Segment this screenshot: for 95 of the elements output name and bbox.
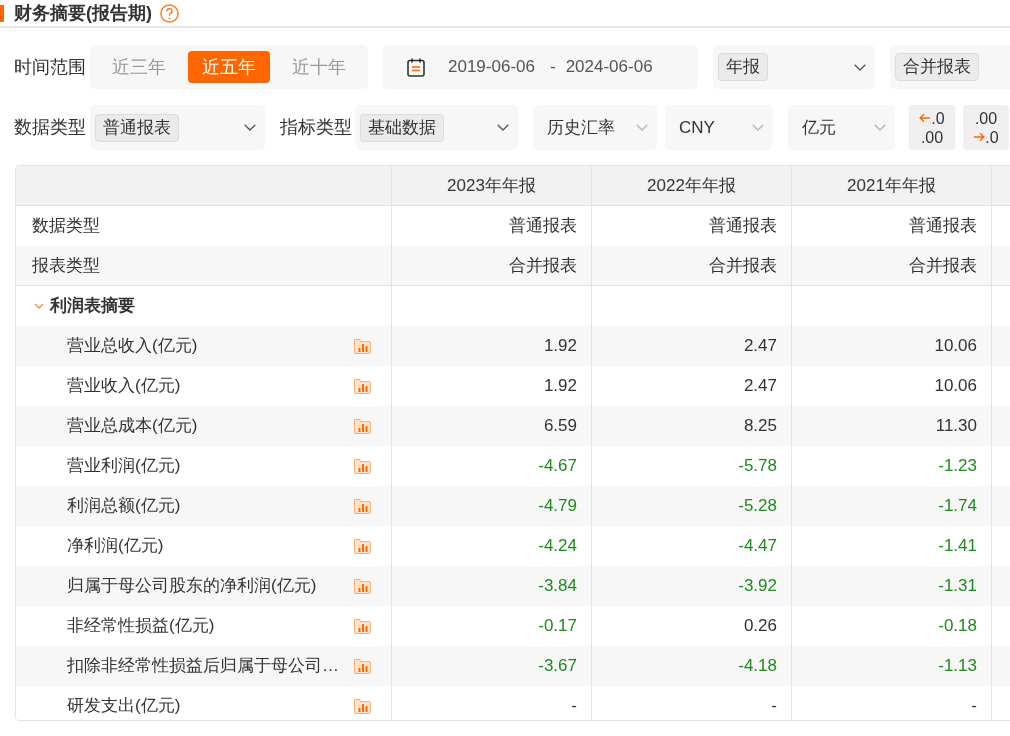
table-cell-text: -1.23 (938, 455, 977, 478)
chevron-down-icon (752, 124, 764, 131)
bar-chart-icon[interactable] (354, 658, 371, 674)
chevron-down-icon[interactable] (34, 301, 44, 311)
date-separator: - (549, 56, 556, 79)
table-cell-text: -1.74 (938, 495, 977, 518)
section-title: 财务摘要(报告期) (14, 1, 152, 25)
chevron-down-icon (636, 124, 648, 131)
bar-chart-icon[interactable] (354, 578, 371, 594)
table-cell-text: -3.92 (738, 575, 777, 598)
table-cell-text: 合并报表 (909, 254, 977, 277)
row-label: 报表类型 (32, 254, 100, 277)
bar-chart-icon[interactable] (354, 378, 371, 394)
table-cell-text: - (971, 695, 977, 718)
table-cell-text: -4.79 (538, 495, 577, 518)
start-date: 2019-06-06 (448, 56, 535, 79)
report-scope-select[interactable]: 合并报表 (890, 45, 1010, 89)
table-cell-text: 10.06 (934, 375, 977, 398)
metric-label: 营业利润(亿元) (67, 455, 181, 478)
table-cell-text: 2.47 (743, 375, 777, 398)
selected-tag: 基础数据 (360, 113, 444, 142)
report-period-select[interactable]: 年报 (713, 45, 875, 89)
bar-chart-icon[interactable] (354, 698, 371, 714)
end-date: 2024-06-06 (565, 56, 653, 79)
filter-label: 时间范围 (13, 55, 87, 79)
table-cell-text: 2.47 (743, 335, 777, 358)
table-cell-text: -3.84 (538, 575, 577, 598)
table-cell-text: 普通报表 (709, 215, 777, 238)
currency-select[interactable]: CNY (665, 105, 773, 150)
metric-label: 利润总额(亿元) (67, 495, 181, 518)
title-accent-bar (0, 4, 4, 22)
unit-select[interactable]: 亿元 (788, 105, 895, 150)
table-cell-text: -4.67 (538, 455, 577, 478)
table-cell-text: 8.25 (743, 415, 777, 438)
table-cell-text: -4.18 (738, 655, 777, 678)
table-cell-text: -3.67 (538, 655, 577, 678)
metric-label: 净利润(亿元) (67, 535, 164, 558)
selected-tag: 普通报表 (95, 113, 179, 142)
bar-chart-icon[interactable] (354, 418, 371, 434)
table-cell-text: -4.24 (538, 535, 577, 558)
metric-label: 营业收入(亿元) (67, 375, 181, 398)
increase-decimals-button[interactable]: .00 .0 (963, 105, 1009, 150)
table-cell-text: 合并报表 (509, 254, 577, 277)
table-cell-text: 6.59 (543, 415, 577, 438)
table-cell-text: - (571, 695, 577, 718)
data-type-select[interactable]: 普通报表 (90, 105, 265, 150)
filter-label: 指标类型 (280, 116, 353, 140)
column-header: 2022年年报 (591, 166, 791, 205)
table-cell-text: 合并报表 (709, 254, 777, 277)
table-cell-text: 10.06 (934, 335, 977, 358)
bar-chart-icon[interactable] (354, 498, 371, 514)
chevron-down-icon (854, 63, 866, 71)
exchange-rate-select[interactable]: 历史汇率 (533, 105, 657, 150)
table-cell-text: 0.26 (743, 615, 777, 638)
chevron-down-icon (874, 124, 886, 131)
bar-chart-icon[interactable] (354, 618, 371, 634)
bar-chart-icon[interactable] (354, 458, 371, 474)
chevron-down-icon (497, 124, 509, 131)
table-cell-text: -1.41 (938, 535, 977, 558)
table-cell-text: - (771, 695, 777, 718)
table-cell-text: -1.31 (938, 575, 977, 598)
metric-label: 营业总成本(亿元) (67, 415, 198, 438)
column-header: 2023年年报 (391, 166, 591, 205)
filter-label: 数据类型 (13, 116, 87, 140)
table-cell-text: 普通报表 (909, 215, 977, 238)
metric-label: 扣除非经常性损益后归属于母公司… (67, 655, 339, 678)
table-cell-text: -5.28 (738, 495, 777, 518)
bar-chart-icon[interactable] (354, 538, 371, 554)
selected-tag: 合并报表 (895, 53, 979, 81)
date-range-field[interactable]: 2019-06-06 - 2024-06-06 (383, 45, 698, 89)
arrow-left-icon (919, 113, 932, 123)
arrow-right-icon (973, 132, 986, 142)
help-icon[interactable] (160, 3, 179, 23)
table-cell-text: -5.78 (738, 455, 777, 478)
section-title: 利润表摘要 (50, 295, 135, 318)
column-header: 2021年年报 (791, 166, 991, 205)
selected-tag: 年报 (718, 53, 768, 81)
table-cell-text: -0.17 (538, 615, 577, 638)
row-label: 数据类型 (32, 215, 100, 238)
metric-label: 非经常性损益(亿元) (67, 615, 215, 638)
calendar-icon (407, 57, 425, 77)
table-cell-text: 普通报表 (509, 215, 577, 238)
metric-label: 营业总收入(亿元) (67, 335, 198, 358)
metric-label: 研发支出(亿元) (67, 695, 181, 718)
table-cell-text: 1.92 (543, 335, 577, 358)
chevron-down-icon (244, 124, 256, 131)
indicator-type-select[interactable]: 基础数据 (355, 105, 518, 150)
bar-chart-icon[interactable] (354, 338, 371, 354)
table-cell-text: 11.30 (935, 415, 977, 438)
table-cell-text: 1.92 (543, 375, 577, 398)
metric-label: 归属于母公司股东的净利润(亿元) (67, 575, 317, 598)
table-cell-text: -4.47 (738, 535, 777, 558)
decrease-decimals-button[interactable]: .0 .00 (909, 105, 955, 150)
table-cell-text: -0.18 (938, 615, 977, 638)
table-cell-text: -1.13 (938, 655, 977, 678)
